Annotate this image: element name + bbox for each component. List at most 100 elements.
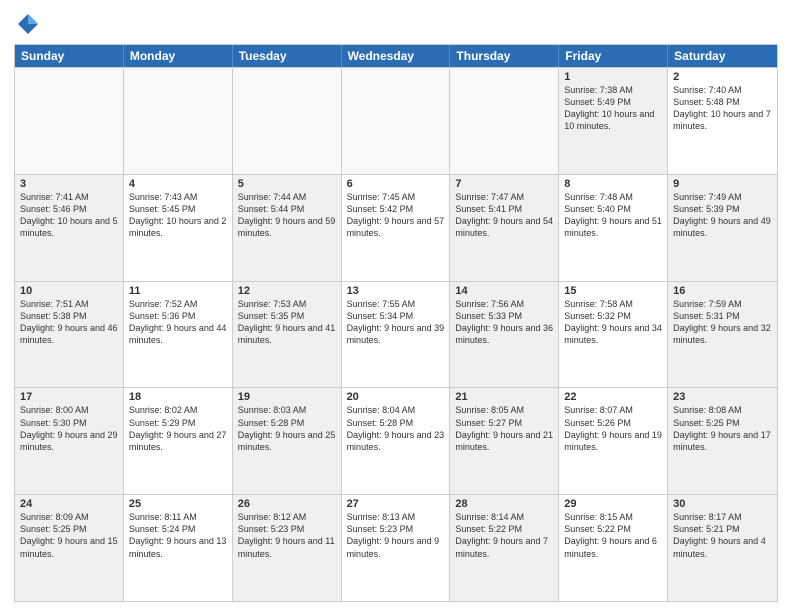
day-info: Sunrise: 8:07 AM Sunset: 5:26 PM Dayligh…: [564, 404, 662, 453]
header-cell-tuesday: Tuesday: [233, 45, 342, 67]
calendar-cell-15: 15Sunrise: 7:58 AM Sunset: 5:32 PM Dayli…: [559, 282, 668, 388]
calendar-cell-20: 20Sunrise: 8:04 AM Sunset: 5:28 PM Dayli…: [342, 388, 451, 494]
day-number: 17: [20, 391, 118, 403]
day-number: 3: [20, 178, 118, 190]
calendar-cell-empty-0-3: [342, 68, 451, 174]
day-info: Sunrise: 7:43 AM Sunset: 5:45 PM Dayligh…: [129, 191, 227, 240]
calendar-cell-6: 6Sunrise: 7:45 AM Sunset: 5:42 PM Daylig…: [342, 175, 451, 281]
day-number: 28: [455, 498, 553, 510]
day-number: 18: [129, 391, 227, 403]
calendar-cell-26: 26Sunrise: 8:12 AM Sunset: 5:23 PM Dayli…: [233, 495, 342, 601]
day-info: Sunrise: 7:49 AM Sunset: 5:39 PM Dayligh…: [673, 191, 772, 240]
day-info: Sunrise: 8:08 AM Sunset: 5:25 PM Dayligh…: [673, 404, 772, 453]
day-number: 13: [347, 285, 445, 297]
calendar-cell-4: 4Sunrise: 7:43 AM Sunset: 5:45 PM Daylig…: [124, 175, 233, 281]
page: SundayMondayTuesdayWednesdayThursdayFrid…: [0, 0, 792, 612]
calendar-cell-28: 28Sunrise: 8:14 AM Sunset: 5:22 PM Dayli…: [450, 495, 559, 601]
day-number: 25: [129, 498, 227, 510]
day-info: Sunrise: 8:17 AM Sunset: 5:21 PM Dayligh…: [673, 511, 772, 560]
calendar-cell-10: 10Sunrise: 7:51 AM Sunset: 5:38 PM Dayli…: [15, 282, 124, 388]
calendar-cell-7: 7Sunrise: 7:47 AM Sunset: 5:41 PM Daylig…: [450, 175, 559, 281]
day-number: 4: [129, 178, 227, 190]
header-cell-saturday: Saturday: [668, 45, 777, 67]
day-number: 14: [455, 285, 553, 297]
day-info: Sunrise: 7:55 AM Sunset: 5:34 PM Dayligh…: [347, 298, 445, 347]
calendar-cell-14: 14Sunrise: 7:56 AM Sunset: 5:33 PM Dayli…: [450, 282, 559, 388]
calendar-cell-3: 3Sunrise: 7:41 AM Sunset: 5:46 PM Daylig…: [15, 175, 124, 281]
day-info: Sunrise: 7:52 AM Sunset: 5:36 PM Dayligh…: [129, 298, 227, 347]
day-number: 2: [673, 71, 772, 83]
day-info: Sunrise: 7:56 AM Sunset: 5:33 PM Dayligh…: [455, 298, 553, 347]
header-cell-friday: Friday: [559, 45, 668, 67]
calendar-cell-empty-0-0: [15, 68, 124, 174]
day-number: 11: [129, 285, 227, 297]
calendar-cell-16: 16Sunrise: 7:59 AM Sunset: 5:31 PM Dayli…: [668, 282, 777, 388]
day-number: 20: [347, 391, 445, 403]
day-info: Sunrise: 7:44 AM Sunset: 5:44 PM Dayligh…: [238, 191, 336, 240]
calendar-cell-29: 29Sunrise: 8:15 AM Sunset: 5:22 PM Dayli…: [559, 495, 668, 601]
calendar-cell-22: 22Sunrise: 8:07 AM Sunset: 5:26 PM Dayli…: [559, 388, 668, 494]
calendar-cell-empty-0-4: [450, 68, 559, 174]
day-number: 26: [238, 498, 336, 510]
calendar-row-4: 17Sunrise: 8:00 AM Sunset: 5:30 PM Dayli…: [15, 387, 777, 494]
calendar-cell-25: 25Sunrise: 8:11 AM Sunset: 5:24 PM Dayli…: [124, 495, 233, 601]
calendar-cell-empty-0-2: [233, 68, 342, 174]
calendar-cell-5: 5Sunrise: 7:44 AM Sunset: 5:44 PM Daylig…: [233, 175, 342, 281]
header-cell-thursday: Thursday: [450, 45, 559, 67]
day-info: Sunrise: 8:14 AM Sunset: 5:22 PM Dayligh…: [455, 511, 553, 560]
day-info: Sunrise: 8:12 AM Sunset: 5:23 PM Dayligh…: [238, 511, 336, 560]
day-number: 24: [20, 498, 118, 510]
day-number: 15: [564, 285, 662, 297]
day-info: Sunrise: 7:53 AM Sunset: 5:35 PM Dayligh…: [238, 298, 336, 347]
day-number: 30: [673, 498, 772, 510]
calendar-cell-17: 17Sunrise: 8:00 AM Sunset: 5:30 PM Dayli…: [15, 388, 124, 494]
day-number: 22: [564, 391, 662, 403]
day-info: Sunrise: 7:59 AM Sunset: 5:31 PM Dayligh…: [673, 298, 772, 347]
day-number: 6: [347, 178, 445, 190]
header-cell-wednesday: Wednesday: [342, 45, 451, 67]
day-number: 1: [564, 71, 662, 83]
day-info: Sunrise: 8:15 AM Sunset: 5:22 PM Dayligh…: [564, 511, 662, 560]
day-info: Sunrise: 8:03 AM Sunset: 5:28 PM Dayligh…: [238, 404, 336, 453]
day-number: 27: [347, 498, 445, 510]
day-info: Sunrise: 7:47 AM Sunset: 5:41 PM Dayligh…: [455, 191, 553, 240]
day-info: Sunrise: 8:11 AM Sunset: 5:24 PM Dayligh…: [129, 511, 227, 560]
day-info: Sunrise: 7:40 AM Sunset: 5:48 PM Dayligh…: [673, 84, 772, 133]
day-info: Sunrise: 8:04 AM Sunset: 5:28 PM Dayligh…: [347, 404, 445, 453]
calendar-cell-19: 19Sunrise: 8:03 AM Sunset: 5:28 PM Dayli…: [233, 388, 342, 494]
day-number: 5: [238, 178, 336, 190]
day-info: Sunrise: 7:41 AM Sunset: 5:46 PM Dayligh…: [20, 191, 118, 240]
logo: [14, 10, 46, 38]
calendar-body: 1Sunrise: 7:38 AM Sunset: 5:49 PM Daylig…: [15, 67, 777, 601]
header-cell-monday: Monday: [124, 45, 233, 67]
calendar-row-1: 1Sunrise: 7:38 AM Sunset: 5:49 PM Daylig…: [15, 67, 777, 174]
calendar-row-2: 3Sunrise: 7:41 AM Sunset: 5:46 PM Daylig…: [15, 174, 777, 281]
calendar-row-5: 24Sunrise: 8:09 AM Sunset: 5:25 PM Dayli…: [15, 494, 777, 601]
day-number: 9: [673, 178, 772, 190]
day-info: Sunrise: 8:05 AM Sunset: 5:27 PM Dayligh…: [455, 404, 553, 453]
logo-icon: [14, 10, 42, 38]
day-info: Sunrise: 8:00 AM Sunset: 5:30 PM Dayligh…: [20, 404, 118, 453]
header-cell-sunday: Sunday: [15, 45, 124, 67]
day-info: Sunrise: 8:02 AM Sunset: 5:29 PM Dayligh…: [129, 404, 227, 453]
day-info: Sunrise: 7:38 AM Sunset: 5:49 PM Dayligh…: [564, 84, 662, 133]
day-number: 8: [564, 178, 662, 190]
calendar-cell-23: 23Sunrise: 8:08 AM Sunset: 5:25 PM Dayli…: [668, 388, 777, 494]
calendar-cell-30: 30Sunrise: 8:17 AM Sunset: 5:21 PM Dayli…: [668, 495, 777, 601]
calendar-cell-1: 1Sunrise: 7:38 AM Sunset: 5:49 PM Daylig…: [559, 68, 668, 174]
calendar-cell-24: 24Sunrise: 8:09 AM Sunset: 5:25 PM Dayli…: [15, 495, 124, 601]
calendar-row-3: 10Sunrise: 7:51 AM Sunset: 5:38 PM Dayli…: [15, 281, 777, 388]
calendar-header: SundayMondayTuesdayWednesdayThursdayFrid…: [15, 45, 777, 67]
day-number: 7: [455, 178, 553, 190]
calendar-cell-8: 8Sunrise: 7:48 AM Sunset: 5:40 PM Daylig…: [559, 175, 668, 281]
calendar-cell-27: 27Sunrise: 8:13 AM Sunset: 5:23 PM Dayli…: [342, 495, 451, 601]
calendar-cell-13: 13Sunrise: 7:55 AM Sunset: 5:34 PM Dayli…: [342, 282, 451, 388]
day-number: 29: [564, 498, 662, 510]
day-number: 19: [238, 391, 336, 403]
day-number: 16: [673, 285, 772, 297]
day-number: 23: [673, 391, 772, 403]
calendar-cell-21: 21Sunrise: 8:05 AM Sunset: 5:27 PM Dayli…: [450, 388, 559, 494]
day-info: Sunrise: 7:48 AM Sunset: 5:40 PM Dayligh…: [564, 191, 662, 240]
day-info: Sunrise: 7:51 AM Sunset: 5:38 PM Dayligh…: [20, 298, 118, 347]
calendar: SundayMondayTuesdayWednesdayThursdayFrid…: [14, 44, 778, 602]
